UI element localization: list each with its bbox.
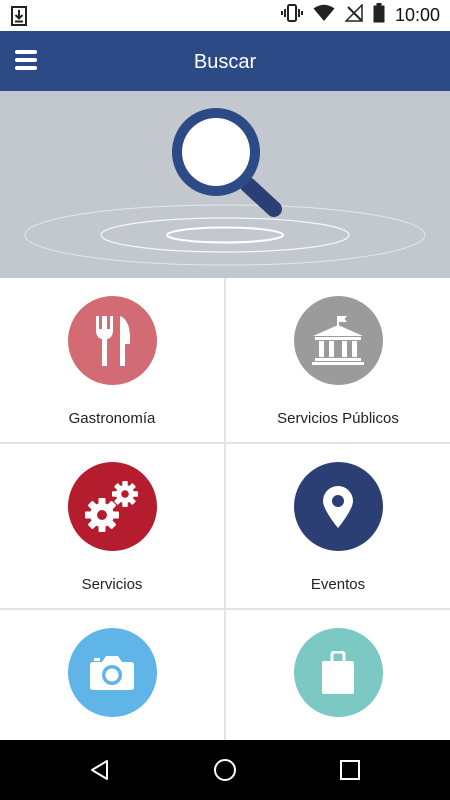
category-label: Gastronomía bbox=[68, 410, 156, 427]
status-bar: 10:00 bbox=[0, 0, 450, 31]
no-signal-icon bbox=[344, 3, 363, 27]
category-icon-circle bbox=[67, 628, 157, 717]
wifi-icon bbox=[313, 4, 335, 27]
government-building-icon bbox=[312, 315, 364, 365]
category-photos[interactable] bbox=[0, 610, 224, 740]
category-icon-circle bbox=[293, 296, 383, 385]
hero-banner bbox=[0, 91, 450, 278]
search-magnifier-icon bbox=[24, 108, 426, 266]
category-grid: Gastronomía Servicios Públicos Servicios… bbox=[0, 278, 450, 740]
category-servicios[interactable]: Servicios bbox=[0, 444, 224, 608]
recents-icon[interactable] bbox=[320, 740, 380, 800]
vibrate-icon bbox=[280, 4, 303, 27]
camera-icon bbox=[90, 655, 134, 690]
app-bar: Buscar bbox=[0, 31, 450, 91]
gears-icon bbox=[85, 480, 138, 532]
download-icon bbox=[11, 6, 27, 31]
category-icon-circle bbox=[67, 296, 157, 385]
shopping-bag-icon bbox=[322, 650, 354, 694]
category-icon-circle bbox=[67, 462, 157, 551]
category-servicios-publicos[interactable]: Servicios Públicos bbox=[226, 278, 450, 442]
category-label: Eventos bbox=[310, 576, 366, 593]
category-label: Servicios Públicos bbox=[277, 410, 399, 427]
fork-knife-icon bbox=[96, 315, 130, 366]
category-label: Servicios bbox=[81, 576, 143, 593]
category-icon-circle bbox=[293, 462, 383, 551]
system-navigation-bar bbox=[0, 740, 450, 800]
category-eventos[interactable]: Eventos bbox=[226, 444, 450, 608]
home-icon[interactable] bbox=[195, 740, 255, 800]
page-title: Buscar bbox=[193, 51, 257, 73]
battery-icon bbox=[373, 3, 385, 28]
category-icon-circle bbox=[293, 628, 383, 717]
location-pin-icon bbox=[323, 485, 353, 528]
category-shopping[interactable] bbox=[226, 610, 450, 740]
category-gastronomia[interactable]: Gastronomía bbox=[0, 278, 224, 442]
status-time: 10:00 bbox=[394, 5, 440, 25]
back-icon[interactable] bbox=[70, 740, 130, 800]
